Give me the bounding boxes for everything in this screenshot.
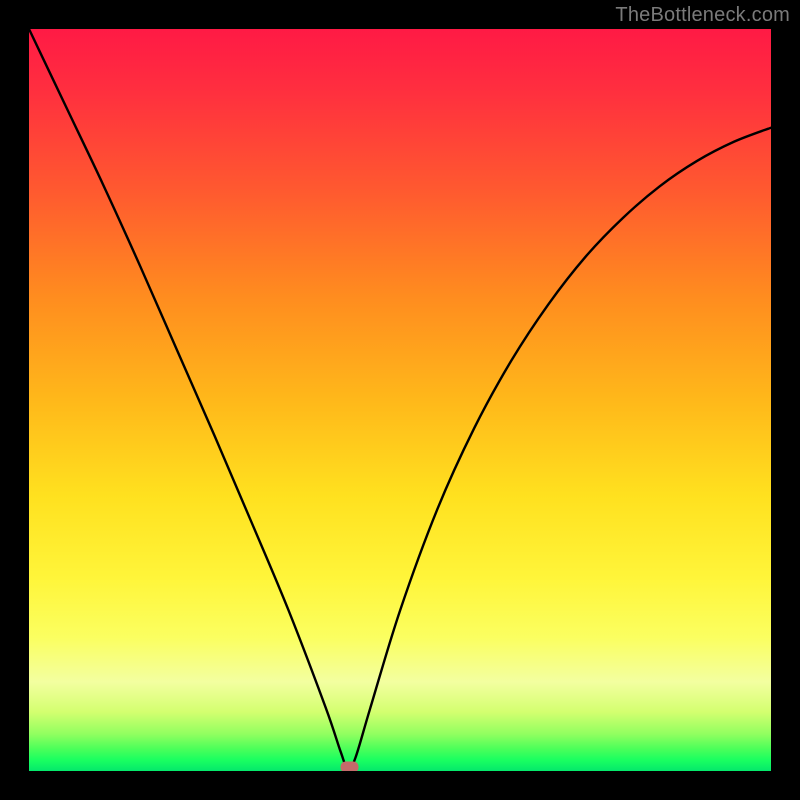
watermark-text: TheBottleneck.com [615,4,790,27]
plot-area [29,29,771,771]
min-marker [341,762,359,771]
bottleneck-curve [29,29,771,770]
curve-svg [29,29,771,771]
chart-frame: TheBottleneck.com [0,0,800,800]
